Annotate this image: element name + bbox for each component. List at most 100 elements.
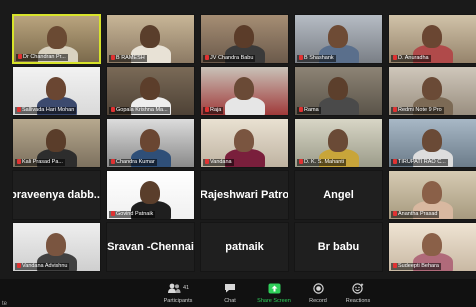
participant-video-head bbox=[328, 77, 348, 100]
muted-mic-icon bbox=[17, 107, 21, 112]
participant-name-label: Rama bbox=[297, 107, 321, 114]
participant-name-text: TIRUPATI RAO C... bbox=[398, 159, 446, 165]
participant-name-label: Redmi Note 9 Pro bbox=[391, 107, 444, 114]
participant-name-text: Chandra Kumar bbox=[116, 159, 155, 165]
muted-mic-icon bbox=[17, 263, 21, 268]
participant-name-label: JV Chandra Babu bbox=[203, 55, 256, 62]
participant-name-label: Gopala Krishna Ma... bbox=[109, 107, 170, 114]
participant-name-label: Vandana bbox=[203, 159, 234, 166]
chat-icon bbox=[225, 284, 235, 293]
participant-name-card: Sravan -Chennai bbox=[107, 241, 194, 253]
reactions-icon bbox=[352, 282, 364, 294]
participant-name-label: Raja bbox=[203, 107, 224, 114]
participant-tile[interactable]: B RAMESH bbox=[106, 14, 195, 64]
participant-tile[interactable]: Govind Patnaik bbox=[106, 170, 195, 220]
participant-tile[interactable]: Vandana Advishnu bbox=[12, 222, 101, 272]
participant-name-label: B Shashank bbox=[297, 55, 336, 62]
participant-tile[interactable]: Anantha Prasad bbox=[388, 170, 476, 220]
participants-label: Participants bbox=[163, 298, 193, 304]
participant-video-head bbox=[47, 26, 67, 49]
participant-name-text: Kali Prasad Pa... bbox=[22, 159, 63, 165]
meeting-controls-bar: te 41 Participants Chat Share Screen Rec… bbox=[0, 279, 476, 307]
participant-tile[interactable]: Gopala Krishna Ma... bbox=[106, 66, 195, 116]
participant-name-text: Anantha Prasad bbox=[398, 211, 438, 217]
participant-video-head bbox=[140, 129, 160, 152]
muted-mic-icon bbox=[299, 159, 303, 164]
muted-mic-icon bbox=[393, 263, 397, 268]
corner-text: te bbox=[2, 301, 8, 307]
participant-name-text: Govind Patnaik bbox=[116, 211, 154, 217]
muted-mic-icon bbox=[205, 107, 209, 112]
participant-name-text: Raja bbox=[210, 107, 222, 113]
participant-name-text: JV Chandra Babu bbox=[210, 55, 254, 61]
participant-tile[interactable]: Angel bbox=[294, 170, 383, 220]
participant-video-head bbox=[328, 129, 348, 152]
participant-tile[interactable]: praveenya dabb... bbox=[12, 170, 101, 220]
meeting-window: Dr Chandran Pr... B RAMESH JV Chandra Babu… bbox=[0, 0, 476, 307]
participant-tile[interactable]: Sravan -Chennai bbox=[106, 222, 195, 272]
participant-name-text: B RAMESH bbox=[116, 55, 145, 61]
participant-name-label: Vandana Advishnu bbox=[15, 263, 70, 270]
reactions-button[interactable]: Reactions bbox=[330, 281, 386, 305]
participant-name-label: Kali Prasad Pa... bbox=[15, 159, 65, 166]
participant-name-label: Dr Chandran Pr... bbox=[16, 54, 68, 61]
participant-name-card: praveenya dabb... bbox=[12, 189, 101, 201]
record-label: Record bbox=[309, 298, 327, 304]
muted-mic-icon bbox=[205, 55, 209, 60]
muted-mic-icon bbox=[393, 55, 397, 60]
record-icon bbox=[312, 282, 324, 294]
participant-tile[interactable]: Redmi Note 9 Pro bbox=[388, 66, 476, 116]
participant-name-label: D. K. S. Mahanti bbox=[297, 159, 347, 166]
participant-name-text: Redmi Note 9 Pro bbox=[398, 107, 442, 113]
participant-tile[interactable]: D. K. S. Mahanti bbox=[294, 118, 383, 168]
participant-tile[interactable]: TIRUPATI RAO C... bbox=[388, 118, 476, 168]
participant-tile[interactable]: Vandana bbox=[200, 118, 289, 168]
participant-name-text: B Shashank bbox=[304, 55, 334, 61]
share-screen-icon bbox=[268, 283, 280, 293]
participant-video-head bbox=[46, 233, 66, 256]
participant-tile[interactable]: Raja bbox=[200, 66, 289, 116]
participant-tile[interactable]: B Shashank bbox=[294, 14, 383, 64]
participant-tile[interactable]: Kali Prasad Pa... bbox=[12, 118, 101, 168]
participant-name-text: Gopala Krishna Ma... bbox=[116, 107, 168, 113]
participant-tile[interactable]: Dr Chandran Pr... bbox=[12, 14, 101, 64]
participant-video-head bbox=[422, 25, 442, 48]
participant-name-text: Sallivada Hari Mohan bbox=[22, 107, 75, 113]
chat-label: Chat bbox=[224, 298, 236, 304]
participant-video-head bbox=[422, 129, 442, 152]
participant-video-head bbox=[422, 181, 442, 204]
participant-tile[interactable]: Br babu bbox=[294, 222, 383, 272]
participant-name-label: TIRUPATI RAO C... bbox=[391, 159, 448, 166]
participant-tile[interactable]: D. Anuradha bbox=[388, 14, 476, 64]
participant-name-text: Dr Chandran Pr... bbox=[23, 54, 66, 60]
participant-tile[interactable]: Sudeepti Behara bbox=[388, 222, 476, 272]
participants-count: 41 bbox=[182, 285, 190, 291]
muted-mic-icon bbox=[299, 55, 303, 60]
participant-name-text: Sudeepti Behara bbox=[398, 263, 439, 269]
participant-video-head bbox=[234, 129, 254, 152]
participant-video-head bbox=[328, 25, 348, 48]
participant-tile[interactable]: patnaik bbox=[200, 222, 289, 272]
participant-tile[interactable]: JV Chandra Babu bbox=[200, 14, 289, 64]
participant-name-text: Rama bbox=[304, 107, 319, 113]
participant-name-card: Angel bbox=[323, 189, 354, 201]
reactions-label: Reactions bbox=[345, 298, 371, 304]
participant-video-head bbox=[234, 77, 254, 100]
muted-mic-icon bbox=[17, 159, 21, 164]
participant-tile[interactable]: Rajeshwari Patro bbox=[200, 170, 289, 220]
muted-mic-icon bbox=[111, 211, 115, 216]
muted-mic-icon bbox=[393, 211, 397, 216]
participant-video-head bbox=[422, 233, 442, 256]
share-screen-label: Share Screen bbox=[257, 298, 291, 304]
participant-gallery: Dr Chandran Pr... B RAMESH JV Chandra Babu… bbox=[12, 14, 476, 272]
participant-video-head bbox=[422, 77, 442, 100]
participant-name-label: Sudeepti Behara bbox=[391, 263, 441, 270]
participants-button[interactable]: 41 Participants bbox=[150, 281, 206, 305]
participant-name-label: Sallivada Hari Mohan bbox=[15, 107, 77, 114]
participant-video-head bbox=[46, 77, 66, 100]
participant-tile[interactable]: Sallivada Hari Mohan bbox=[12, 66, 101, 116]
participant-tile[interactable]: Chandra Kumar bbox=[106, 118, 195, 168]
participant-name-label: Chandra Kumar bbox=[109, 159, 157, 166]
participant-name-text: Vandana bbox=[210, 159, 232, 165]
participant-tile[interactable]: Rama bbox=[294, 66, 383, 116]
